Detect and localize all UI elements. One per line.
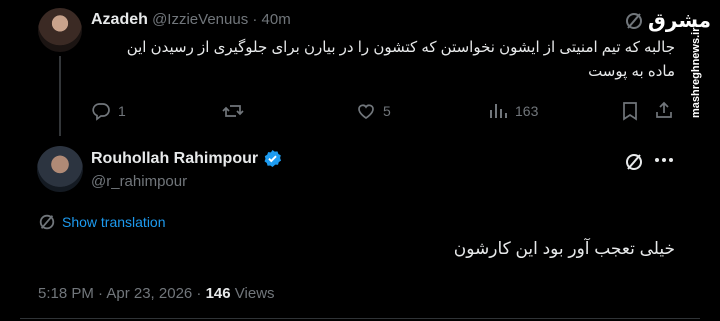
repost-action[interactable] <box>222 101 251 121</box>
grok-icon <box>38 213 56 231</box>
reply-tweet-header: Azadeh @IzzieVenuus · 40m <box>91 11 291 29</box>
reply-action[interactable]: 1 <box>91 101 126 121</box>
author-name[interactable]: Rouhollah Rahimpour <box>91 150 258 168</box>
show-translation-label: Show translation <box>62 214 166 230</box>
time-ago[interactable]: 40m <box>262 11 291 28</box>
reply-text-line-1: جالبه که تیم امنیتی از ایشون نخواستن که … <box>126 39 675 56</box>
grok-icon[interactable] <box>624 11 644 31</box>
bookmark-icon[interactable] <box>621 101 639 121</box>
author-handle[interactable]: @IzzieVenuus <box>152 11 248 28</box>
author-handle[interactable]: @r_rahimpour <box>91 173 187 190</box>
like-count: 5 <box>383 103 391 119</box>
reply-count: 1 <box>118 103 126 119</box>
view-count: 163 <box>515 103 539 119</box>
analytics-icon <box>488 101 508 121</box>
share-icon[interactable] <box>654 100 674 120</box>
tweet-timestamp: 5:18 PM · Apr 23, 2026 · 146 Views <box>38 285 275 302</box>
reply-icon <box>91 101 111 121</box>
avatar-azadeh[interactable] <box>38 8 82 52</box>
main-tweet-author: Rouhollah Rahimpour <box>91 149 282 168</box>
more-options-icon[interactable] <box>654 157 674 163</box>
like-action[interactable]: 5 <box>356 101 391 121</box>
mashregh-watermark: mashreghnews.ir <box>690 27 702 118</box>
timestamp-text[interactable]: 5:18 PM · Apr 23, 2026 · <box>38 285 206 302</box>
author-name[interactable]: Azadeh <box>91 11 148 28</box>
show-translation-link[interactable]: Show translation <box>38 213 166 231</box>
reply-tweet-text: جالبه که تیم امنیتی از ایشون نخواستن که … <box>91 36 675 84</box>
verified-badge-icon <box>263 149 282 168</box>
views-action[interactable]: 163 <box>488 101 538 121</box>
heart-icon <box>356 101 376 121</box>
views-label: Views <box>230 285 275 302</box>
grok-icon[interactable] <box>624 152 644 172</box>
bottom-divider <box>20 318 700 319</box>
avatar-rahimpour[interactable] <box>37 146 83 192</box>
thread-connector-line <box>59 56 61 136</box>
reply-text-line-2: ماده به پوست <box>588 63 675 80</box>
repost-icon <box>222 101 244 121</box>
view-count: 146 <box>205 285 231 302</box>
main-tweet-text: خیلی تعجب آور بود این کارشون <box>453 239 675 258</box>
dot-separator: · <box>252 11 258 28</box>
